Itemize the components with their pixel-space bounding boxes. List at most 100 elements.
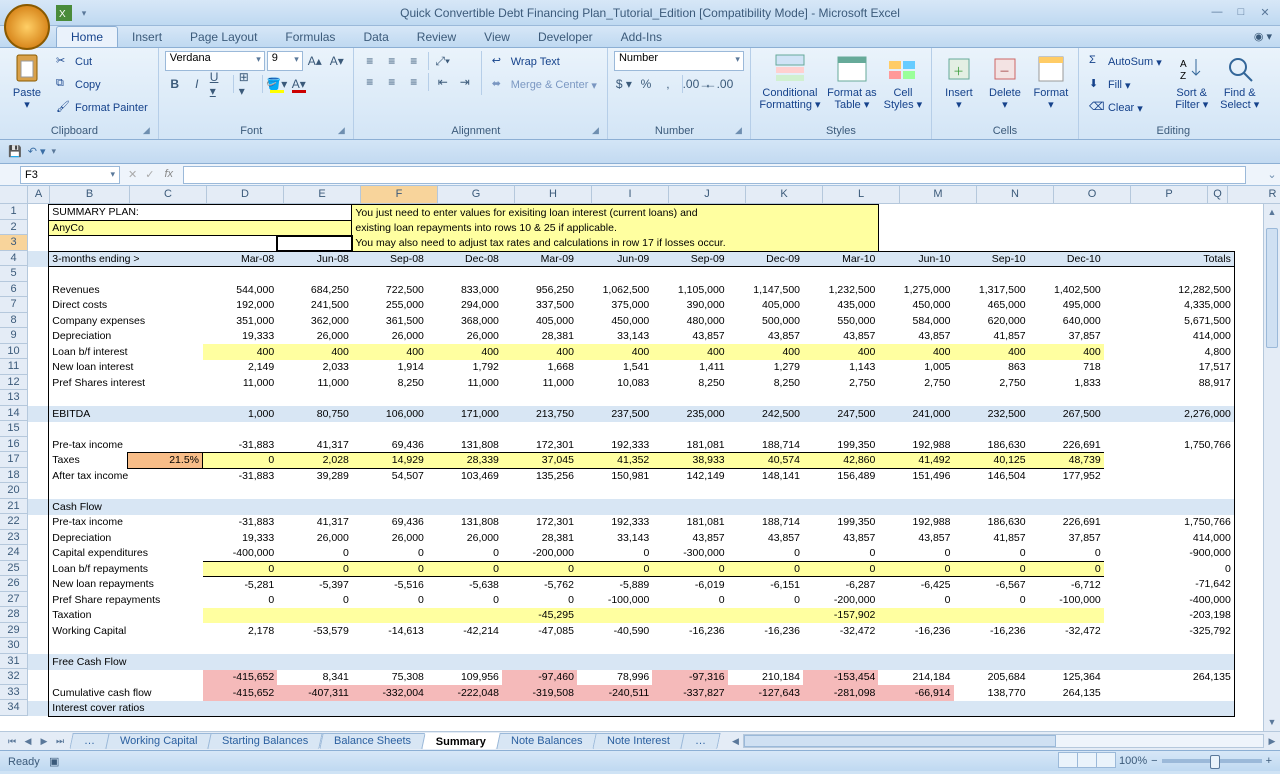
cell[interactable]: -97,316 [652,670,727,686]
cell[interactable] [1104,251,1176,267]
cell[interactable] [878,608,953,624]
sheet-tab[interactable]: Note Interest [593,733,685,749]
cell[interactable]: Totals [1175,251,1234,267]
cell[interactable] [28,298,49,314]
cell[interactable] [352,391,427,407]
cell[interactable] [1104,561,1176,577]
cell[interactable]: 0 [577,546,652,562]
cell[interactable]: 0 [352,561,427,577]
cell[interactable] [1104,422,1176,438]
cell[interactable]: New loan interest [49,360,203,376]
cell[interactable]: 28,339 [427,453,502,469]
row-header[interactable]: 18 [0,468,28,484]
row-header[interactable]: 23 [0,530,28,546]
cell[interactable]: 956,250 [502,282,577,298]
cell[interactable]: 0 [1029,561,1104,577]
cell[interactable] [1029,639,1104,655]
cell[interactable]: 375,000 [577,298,652,314]
cell[interactable]: 550,000 [803,313,878,329]
cell[interactable]: 495,000 [1029,298,1104,314]
cell[interactable] [49,236,277,252]
col-header[interactable]: J [669,186,746,204]
cell[interactable]: -6,567 [954,577,1029,593]
cell[interactable]: -40,590 [577,623,652,639]
cell[interactable]: -16,236 [652,623,727,639]
cell[interactable]: 26,000 [352,329,427,345]
row-header[interactable]: 15 [0,421,28,437]
col-header[interactable]: L [823,186,900,204]
cell[interactable] [277,236,352,252]
tab-nav-first-icon[interactable]: ⏮ [4,736,20,747]
cell[interactable]: -6,151 [728,577,803,593]
cell[interactable]: 684,250 [277,282,352,298]
cell[interactable]: 69,436 [352,515,427,531]
cell[interactable] [1175,499,1234,515]
cell[interactable]: Pref Shares interest [49,375,203,391]
cell[interactable]: 78,996 [577,670,652,686]
row-header[interactable]: 31 [0,654,28,670]
col-header[interactable]: C [130,186,207,204]
cell[interactable]: Sep-10 [954,251,1029,267]
cell[interactable]: 192,988 [878,437,953,453]
cell[interactable]: 11,000 [277,375,352,391]
cell[interactable] [1104,530,1176,546]
cell[interactable] [803,499,878,515]
cell[interactable]: 42,860 [803,453,878,469]
cell[interactable] [427,499,502,515]
cell[interactable]: -5,281 [203,577,278,593]
cell[interactable]: 213,750 [502,406,577,422]
cell[interactable]: 0 [954,592,1029,608]
col-header[interactable]: M [900,186,977,204]
cell[interactable]: 0 [878,546,953,562]
cell[interactable] [954,639,1029,655]
macro-record-icon[interactable]: ▣ [49,756,59,768]
cell[interactable]: 400 [203,344,278,360]
cell[interactable]: 192,000 [203,298,278,314]
cell[interactable] [577,267,652,283]
cell[interactable]: 21.5% [127,453,202,469]
sheet-tab-more[interactable]: … [69,733,109,749]
cell[interactable]: 2,750 [878,375,953,391]
cell[interactable]: Cumulative cash flow [49,685,203,701]
cell[interactable]: 500,000 [728,313,803,329]
format-as-table-button[interactable]: Format as Table ▾ [827,51,877,111]
cell[interactable] [878,422,953,438]
cell[interactable] [352,267,427,283]
cell[interactable] [352,639,427,655]
cell[interactable]: 414,000 [1175,329,1234,345]
cell[interactable]: 41,352 [577,453,652,469]
cell[interactable]: 181,081 [652,515,727,531]
tab-formulas[interactable]: Formulas [271,27,349,47]
cell[interactable] [728,484,803,500]
zoom-in-button[interactable]: + [1266,755,1272,767]
cell[interactable]: 368,000 [427,313,502,329]
cell[interactable]: -42,214 [427,623,502,639]
cell[interactable] [502,701,577,717]
cell[interactable] [427,639,502,655]
cell[interactable]: 0 [277,592,352,608]
cell[interactable] [728,701,803,717]
align-right-button[interactable]: ≡ [404,72,424,92]
cell[interactable]: 210,184 [728,670,803,686]
cell[interactable] [502,654,577,670]
cell[interactable]: 232,500 [954,406,1029,422]
cell[interactable]: 480,000 [652,313,727,329]
formula-expand-icon[interactable]: ⌄ [1264,168,1280,181]
cell[interactable]: -203,198 [1175,608,1234,624]
cell[interactable]: 1,792 [427,360,502,376]
cell[interactable]: 0 [502,592,577,608]
row-header[interactable]: 29 [0,623,28,639]
cell[interactable] [577,654,652,670]
cell[interactable]: 0 [203,592,278,608]
cell[interactable] [1104,267,1176,283]
cell[interactable]: 351,000 [203,313,278,329]
cell[interactable]: Taxation [49,608,203,624]
cell[interactable] [803,654,878,670]
cell[interactable]: 1,668 [502,360,577,376]
cell[interactable]: 43,857 [652,530,727,546]
cell[interactable] [1104,437,1176,453]
cell[interactable] [49,391,203,407]
cell[interactable] [352,701,427,717]
cell[interactable] [954,422,1029,438]
cell[interactable] [203,639,278,655]
